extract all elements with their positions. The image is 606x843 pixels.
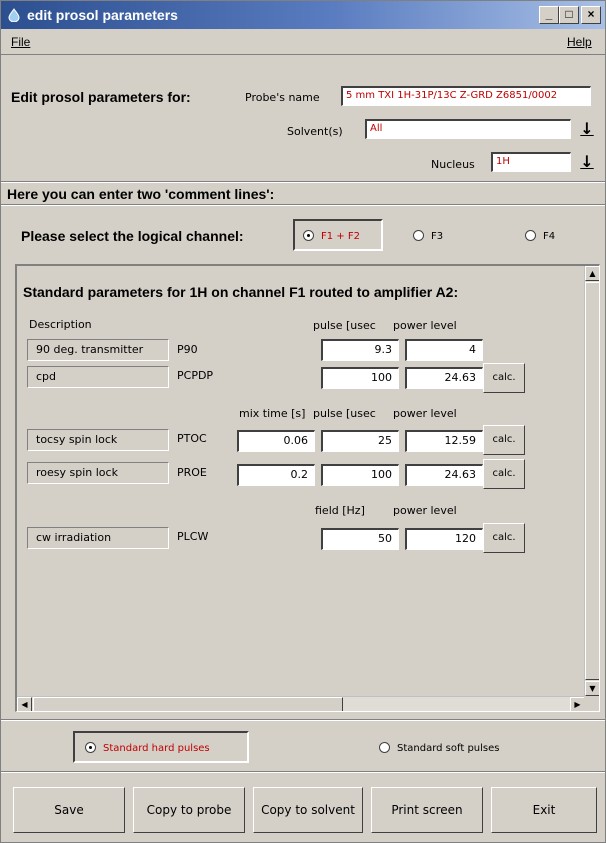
save-button[interactable]: Save — [13, 787, 125, 833]
param-plcw: PLCW — [177, 530, 209, 543]
nucleus-label: Nucleus — [431, 158, 475, 171]
radio-icon — [413, 230, 424, 241]
desc-tocsy: tocsy spin lock — [27, 429, 169, 451]
proe-calc-button[interactable]: calc. — [483, 459, 525, 489]
copy-to-solvent-button[interactable]: Copy to solvent — [253, 787, 363, 833]
desc-roesy: roesy spin lock — [27, 462, 169, 484]
scroll-up-icon[interactable]: ▲ — [585, 266, 599, 281]
title-bar[interactable]: edit prosol parameters _ □ × — [1, 1, 605, 29]
radio-icon — [379, 742, 390, 753]
desc-cw-irradiation: cw irradiation — [27, 527, 169, 549]
plcw-field-field[interactable]: 50 — [321, 528, 399, 550]
separator — [1, 181, 605, 183]
prosol-window: edit prosol parameters _ □ × File Help E… — [0, 0, 606, 843]
separator — [1, 719, 605, 721]
radio-selected-icon — [303, 230, 314, 241]
desc-p90: 90 deg. transmitter — [27, 339, 169, 361]
minimize-button[interactable]: _ — [539, 6, 559, 24]
radio-selected-icon — [85, 742, 96, 753]
hard-pulses-radio[interactable]: Standard hard pulses — [85, 742, 210, 754]
col-field-header: field [Hz] — [315, 504, 365, 517]
down-arrow-icon: ↓ — [580, 152, 594, 171]
maximize-button[interactable]: □ — [559, 6, 579, 24]
proe-power-field[interactable]: 24.63 — [405, 464, 483, 486]
probe-name-field[interactable]: 5 mm TXI 1H-31P/13C Z-GRD Z6851/0002 — [341, 86, 591, 106]
channel-radio-f1f2[interactable]: F1 + F2 — [303, 230, 360, 242]
horizontal-scroll-thumb[interactable] — [33, 697, 343, 711]
menu-help[interactable]: Help — [567, 35, 592, 49]
copy-to-probe-button[interactable]: Copy to probe — [133, 787, 245, 833]
separator — [1, 771, 605, 773]
param-p90: P90 — [177, 343, 198, 356]
proe-pulse-field[interactable]: 100 — [321, 464, 399, 486]
menu-bar: File Help — [1, 29, 605, 55]
param-proe: PROE — [177, 466, 207, 479]
plcw-power-field[interactable]: 120 — [405, 528, 483, 550]
col-power-header-3: power level — [393, 504, 457, 517]
comment-lines-heading: Here you can enter two 'comment lines': — [7, 186, 275, 202]
scroll-left-icon[interactable]: ◀ — [17, 697, 32, 711]
scroll-corner — [584, 696, 599, 711]
parameters-panel: Standard parameters for 1H on channel F1… — [15, 264, 600, 712]
close-button[interactable]: × — [581, 6, 601, 24]
nucleus-field[interactable]: 1H — [491, 152, 571, 172]
pcpdp-calc-button[interactable]: calc. — [483, 363, 525, 393]
p90-pulse-field[interactable]: 9.3 — [321, 339, 399, 361]
channel-radio-f4[interactable]: F4 — [525, 230, 555, 242]
channel-radio-f3[interactable]: F3 — [413, 230, 443, 242]
down-arrow-icon: ↓ — [580, 119, 594, 138]
solvent-label: Solvent(s) — [287, 125, 343, 138]
param-pcpdp: PCPDP — [177, 369, 214, 382]
ptoc-power-field[interactable]: 12.59 — [405, 430, 483, 452]
probe-name-label: Probe's name — [245, 91, 320, 104]
separator — [1, 204, 605, 206]
window-title: edit prosol parameters — [27, 7, 178, 23]
ptoc-pulse-field[interactable]: 25 — [321, 430, 399, 452]
col-mix-header: mix time [s] — [239, 407, 306, 420]
scroll-right-icon[interactable]: ▶ — [570, 697, 585, 711]
solvent-dropdown-icon[interactable]: ↓ — [579, 119, 595, 139]
solvent-field[interactable]: All — [365, 119, 571, 139]
p90-power-field[interactable]: 4 — [405, 339, 483, 361]
desc-cpd: cpd — [27, 366, 169, 388]
print-screen-button[interactable]: Print screen — [371, 787, 483, 833]
menu-file[interactable]: File — [11, 35, 30, 49]
description-header: Description — [29, 318, 92, 331]
scroll-down-icon[interactable]: ▼ — [585, 681, 599, 696]
plcw-calc-button[interactable]: calc. — [483, 523, 525, 553]
proe-mix-field[interactable]: 0.2 — [237, 464, 315, 486]
vertical-scrollbar[interactable]: ▲ ▼ — [584, 266, 599, 696]
edit-params-heading: Edit prosol parameters for: — [11, 89, 191, 105]
nucleus-dropdown-icon[interactable]: ↓ — [579, 152, 595, 172]
radio-icon — [525, 230, 536, 241]
ptoc-calc-button[interactable]: calc. — [483, 425, 525, 455]
col-pulse-header: pulse [usec — [313, 319, 376, 332]
soft-pulses-radio[interactable]: Standard soft pulses — [379, 742, 499, 754]
ptoc-mix-field[interactable]: 0.06 — [237, 430, 315, 452]
col-power-header: power level — [393, 319, 457, 332]
exit-button[interactable]: Exit — [491, 787, 597, 833]
vertical-scroll-thumb[interactable] — [585, 282, 599, 680]
col-power-header-2: power level — [393, 407, 457, 420]
panel-title: Standard parameters for 1H on channel F1… — [23, 284, 459, 300]
param-ptoc: PTOC — [177, 432, 207, 445]
horizontal-scrollbar[interactable]: ◀ ▶ — [17, 696, 585, 711]
col-pulse-header-2: pulse [usec — [313, 407, 376, 420]
app-drop-icon — [8, 8, 20, 22]
pcpdp-power-field[interactable]: 24.63 — [405, 367, 483, 389]
pcpdp-pulse-field[interactable]: 100 — [321, 367, 399, 389]
channel-label: Please select the logical channel: — [21, 228, 244, 244]
